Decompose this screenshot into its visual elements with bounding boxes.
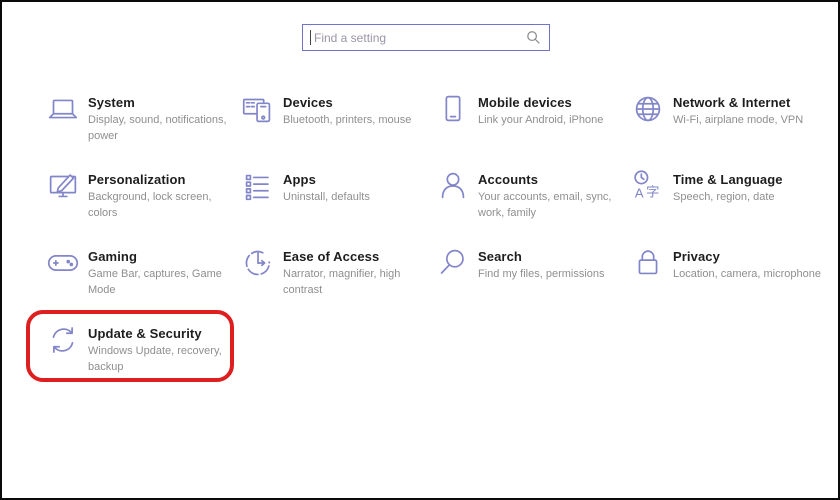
tile-title: Update & Security <box>88 326 237 342</box>
tile-text: Accounts Your accounts, email, sync, work… <box>478 165 627 221</box>
tile-devices[interactable]: Devices Bluetooth, printers, mouse <box>237 88 432 165</box>
globe-icon <box>629 90 667 128</box>
tile-title: Privacy <box>673 249 821 265</box>
tile-title: Accounts <box>478 172 627 188</box>
tile-text: System Display, sound, notifications, pow… <box>88 88 237 144</box>
tile-time-language[interactable]: A字 Time & Language Speech, region, date <box>627 165 822 242</box>
apps-list-icon <box>239 167 277 205</box>
tile-text: Time & Language Speech, region, date <box>673 165 783 206</box>
tile-apps[interactable]: Apps Uninstall, defaults <box>237 165 432 242</box>
tile-subtitle: Find my files, permissions <box>478 267 605 282</box>
tile-ease-of-access[interactable]: Ease of Access Narrator, magnifier, high … <box>237 242 432 319</box>
tile-subtitle: Wi-Fi, airplane mode, VPN <box>673 113 803 128</box>
tile-subtitle: Game Bar, captures, Game Mode <box>88 267 237 298</box>
tile-network-internet[interactable]: Network & Internet Wi-Fi, airplane mode, … <box>627 88 822 165</box>
tile-subtitle: Bluetooth, printers, mouse <box>283 113 411 128</box>
tile-title: Apps <box>283 172 370 188</box>
person-icon <box>434 167 472 205</box>
tile-title: Search <box>478 249 605 265</box>
ease-of-access-icon <box>239 244 277 282</box>
tile-title: Mobile devices <box>478 95 603 111</box>
tile-gaming[interactable]: Gaming Game Bar, captures, Game Mode <box>42 242 237 319</box>
personalization-icon <box>44 167 82 205</box>
tile-subtitle: Background, lock screen, colors <box>88 190 237 221</box>
tile-title: Personalization <box>88 172 237 188</box>
settings-window: System Display, sound, notifications, pow… <box>0 0 840 500</box>
search-icon[interactable] <box>526 30 541 45</box>
tile-accounts[interactable]: Accounts Your accounts, email, sync, work… <box>432 165 627 242</box>
tile-subtitle: Uninstall, defaults <box>283 190 370 205</box>
tile-text: Network & Internet Wi-Fi, airplane mode, … <box>673 88 803 129</box>
tile-text: Privacy Location, camera, microphone <box>673 242 821 283</box>
search-icon <box>434 244 472 282</box>
tile-title: Time & Language <box>673 172 783 188</box>
text-cursor <box>310 30 311 45</box>
tile-personalization[interactable]: Personalization Background, lock screen, … <box>42 165 237 242</box>
search-box[interactable] <box>302 24 550 51</box>
tile-title: Network & Internet <box>673 95 803 111</box>
tile-mobile-devices[interactable]: Mobile devices Link your Android, iPhone <box>432 88 627 165</box>
tile-text: Mobile devices Link your Android, iPhone <box>478 88 603 129</box>
tile-text: Gaming Game Bar, captures, Game Mode <box>88 242 237 298</box>
tile-privacy[interactable]: Privacy Location, camera, microphone <box>627 242 822 319</box>
tile-text: Update & Security Windows Update, recover… <box>88 319 237 375</box>
gamepad-icon <box>44 244 82 282</box>
svg-text:A: A <box>635 185 644 200</box>
devices-icon <box>239 90 277 128</box>
sync-icon <box>44 321 82 359</box>
tile-search[interactable]: Search Find my files, permissions <box>432 242 627 319</box>
settings-grid: System Display, sound, notifications, pow… <box>42 88 822 396</box>
tile-subtitle: Windows Update, recovery, backup <box>88 344 237 375</box>
tile-title: Devices <box>283 95 411 111</box>
tile-text: Ease of Access Narrator, magnifier, high … <box>283 242 432 298</box>
tile-system[interactable]: System Display, sound, notifications, pow… <box>42 88 237 165</box>
search-input[interactable] <box>314 31 526 45</box>
tile-title: Ease of Access <box>283 249 432 265</box>
tile-subtitle: Display, sound, notifications, power <box>88 113 237 144</box>
lock-icon <box>629 244 667 282</box>
tile-title: Gaming <box>88 249 237 265</box>
tile-text: Personalization Background, lock screen, … <box>88 165 237 221</box>
tile-text: Search Find my files, permissions <box>478 242 605 283</box>
tile-subtitle: Narrator, magnifier, high contrast <box>283 267 432 298</box>
phone-icon <box>434 90 472 128</box>
tile-text: Apps Uninstall, defaults <box>283 165 370 206</box>
laptop-icon <box>44 90 82 128</box>
tile-title: System <box>88 95 237 111</box>
tile-subtitle: Location, camera, microphone <box>673 267 821 282</box>
time-language-icon: A字 <box>629 167 667 205</box>
tile-subtitle: Your accounts, email, sync, work, family <box>478 190 627 221</box>
tile-subtitle: Link your Android, iPhone <box>478 113 603 128</box>
tile-subtitle: Speech, region, date <box>673 190 783 205</box>
tile-update-security[interactable]: Update & Security Windows Update, recover… <box>42 319 237 396</box>
svg-text:字: 字 <box>646 184 659 199</box>
tile-text: Devices Bluetooth, printers, mouse <box>283 88 411 129</box>
